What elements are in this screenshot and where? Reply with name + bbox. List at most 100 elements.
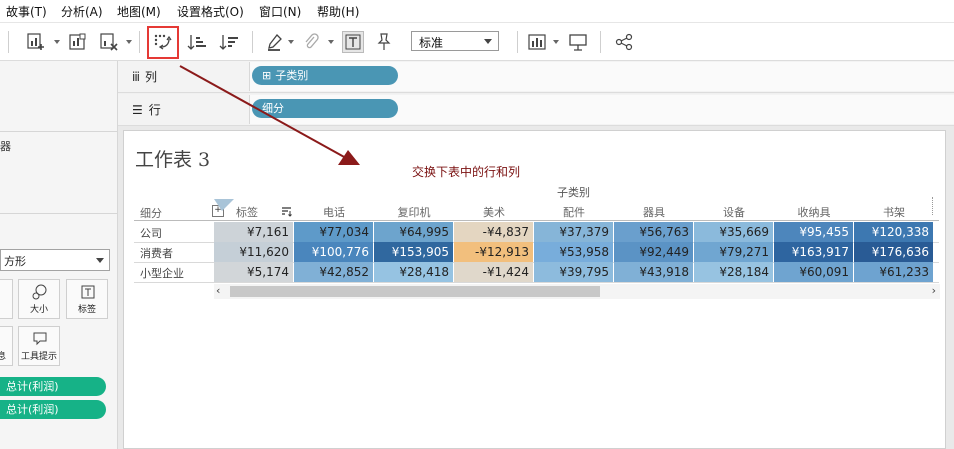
text-label-icon (81, 285, 95, 299)
chevron-down-icon[interactable] (126, 40, 132, 44)
table-cell[interactable]: ¥53,958 (534, 242, 613, 262)
text-label-icon[interactable] (342, 31, 364, 53)
column-header[interactable]: 器具 (614, 204, 694, 220)
sum-profit-pill[interactable]: 总计(利润) (0, 377, 106, 396)
new-worksheet-icon[interactable] (25, 31, 47, 53)
columns-drop-zone[interactable]: ⊞ 子类别 (249, 62, 954, 91)
sum-profit-pill[interactable]: 总计(利润) (0, 400, 106, 419)
mark-type-value: 方形 (4, 255, 26, 268)
chevron-down-icon[interactable] (328, 40, 334, 44)
columns-icon: iii (132, 70, 140, 84)
table-cell[interactable]: ¥43,918 (614, 262, 693, 282)
chevron-down-icon[interactable] (54, 40, 60, 44)
rows-drop-zone[interactable]: 细分 (249, 95, 954, 124)
row-header[interactable]: 小型企业 (140, 265, 184, 281)
menu-analysis[interactable]: 分析(A) (61, 3, 103, 20)
panel-divider (0, 131, 117, 132)
share-icon[interactable] (613, 31, 635, 53)
left-panel: 器 方形 大小 标签 息 工具提示 总计(利润) 总计(利润) (0, 61, 118, 449)
table-cell[interactable]: -¥1,424 (454, 262, 533, 282)
menu-map[interactable]: 地图(M) (117, 3, 161, 20)
row-header[interactable]: 消费者 (140, 245, 173, 261)
tooltip-mark-button[interactable]: 工具提示 (18, 326, 60, 366)
label-mark-button[interactable]: 标签 (66, 279, 108, 319)
menu-window[interactable]: 窗口(N) (259, 3, 301, 20)
menu-bar: 故事(T) 分析(A) 地图(M) 设置格式(O) 窗口(N) 帮助(H) (0, 0, 954, 23)
menu-format[interactable]: 设置格式(O) (177, 3, 244, 20)
size-mark-button[interactable]: 大小 (18, 279, 60, 319)
table-cell[interactable]: ¥60,091 (774, 262, 853, 282)
detail-mark-button[interactable]: 息 (0, 326, 13, 366)
table-cell[interactable]: ¥79,271 (694, 242, 773, 262)
table-cell[interactable]: ¥42,852 (294, 262, 373, 282)
mark-type-select[interactable]: 方形 (0, 249, 110, 271)
table-cell[interactable]: ¥64,995 (374, 222, 453, 242)
header-divider (134, 220, 939, 221)
table-cell[interactable]: ¥37,379 (534, 222, 613, 242)
subcategory-pill[interactable]: ⊞ 子类别 (252, 66, 398, 85)
toolbar-separator (252, 31, 253, 53)
table-cell[interactable]: ¥7,161 (214, 222, 293, 242)
row-header[interactable]: 公司 (140, 225, 162, 241)
scroll-right-icon[interactable]: › (932, 284, 936, 297)
scroll-left-icon[interactable]: ‹ (216, 284, 220, 297)
column-header[interactable]: 电话 (294, 204, 374, 220)
expand-icon[interactable]: ⊞ (262, 69, 271, 82)
highlight-pen-icon[interactable] (264, 31, 286, 53)
column-header[interactable]: 标签 (222, 204, 272, 220)
menu-help[interactable]: 帮助(H) (317, 3, 359, 20)
table-cell[interactable]: ¥176,636 (854, 242, 933, 262)
table-cell[interactable]: ¥5,174 (214, 262, 293, 282)
column-header[interactable]: 美术 (454, 204, 534, 220)
fit-select[interactable]: 标准 (411, 31, 499, 51)
row-header-title: 细分 (140, 207, 162, 220)
table-cell[interactable]: ¥28,418 (374, 262, 453, 282)
table-cell[interactable]: ¥120,338 (854, 222, 933, 242)
table-cell[interactable]: ¥35,669 (694, 222, 773, 242)
row-divider (134, 282, 939, 283)
toolbar-separator (139, 31, 140, 53)
chevron-down-icon[interactable] (288, 40, 294, 44)
table-cell[interactable]: ¥92,449 (614, 242, 693, 262)
column-header[interactable]: 复印机 (374, 204, 454, 220)
paperclip-icon[interactable] (300, 31, 322, 53)
table-cell[interactable]: ¥163,917 (774, 242, 853, 262)
chevron-down-icon[interactable] (553, 40, 559, 44)
segment-pill[interactable]: 细分 (252, 99, 398, 118)
column-header[interactable]: 书架 (854, 204, 934, 220)
table-cell[interactable]: ¥28,184 (694, 262, 773, 282)
swap-button-highlight (147, 26, 179, 59)
pin-icon[interactable] (373, 31, 395, 53)
sort-descending-icon[interactable] (218, 31, 240, 53)
table-cell[interactable]: ¥77,034 (294, 222, 373, 242)
shelves: iii 列 ⊞ 子类别 ☰ 行 细分 (118, 61, 954, 126)
color-mark-button[interactable] (0, 279, 13, 319)
column-header[interactable]: 设备 (694, 204, 774, 220)
table-cell[interactable]: ¥100,776 (294, 242, 373, 262)
table-cell[interactable]: ¥56,763 (614, 222, 693, 242)
table-cell[interactable]: ¥95,455 (774, 222, 853, 242)
sort-ascending-icon[interactable] (186, 31, 208, 53)
table-cell[interactable]: ¥61,233 (854, 262, 933, 282)
filters-title: 器 (0, 140, 11, 153)
show-me-icon[interactable] (527, 31, 549, 53)
toolbar-separator (517, 31, 518, 53)
menu-story[interactable]: 故事(T) (6, 3, 47, 20)
horizontal-scrollbar[interactable]: ‹ › (214, 284, 940, 299)
table-cell[interactable]: -¥12,913 (454, 242, 533, 262)
clear-sheet-icon[interactable] (98, 31, 120, 53)
sort-icon[interactable] (280, 205, 292, 217)
table-cell[interactable]: ¥153,905 (374, 242, 453, 262)
table-cell[interactable]: -¥4,837 (454, 222, 533, 242)
column-resize-handle[interactable] (932, 197, 940, 215)
column-header[interactable]: 配件 (534, 204, 614, 220)
scrollbar-thumb[interactable] (230, 286, 600, 297)
presentation-icon[interactable] (567, 31, 589, 53)
rows-icon: ☰ (132, 103, 143, 117)
column-header[interactable]: 收纳具 (774, 204, 854, 220)
toolbar-separator (600, 31, 601, 53)
table-cell[interactable]: ¥11,620 (214, 242, 293, 262)
new-dashboard-icon[interactable] (66, 31, 88, 53)
table-cell[interactable]: ¥39,795 (534, 262, 613, 282)
size-icon (32, 284, 47, 300)
